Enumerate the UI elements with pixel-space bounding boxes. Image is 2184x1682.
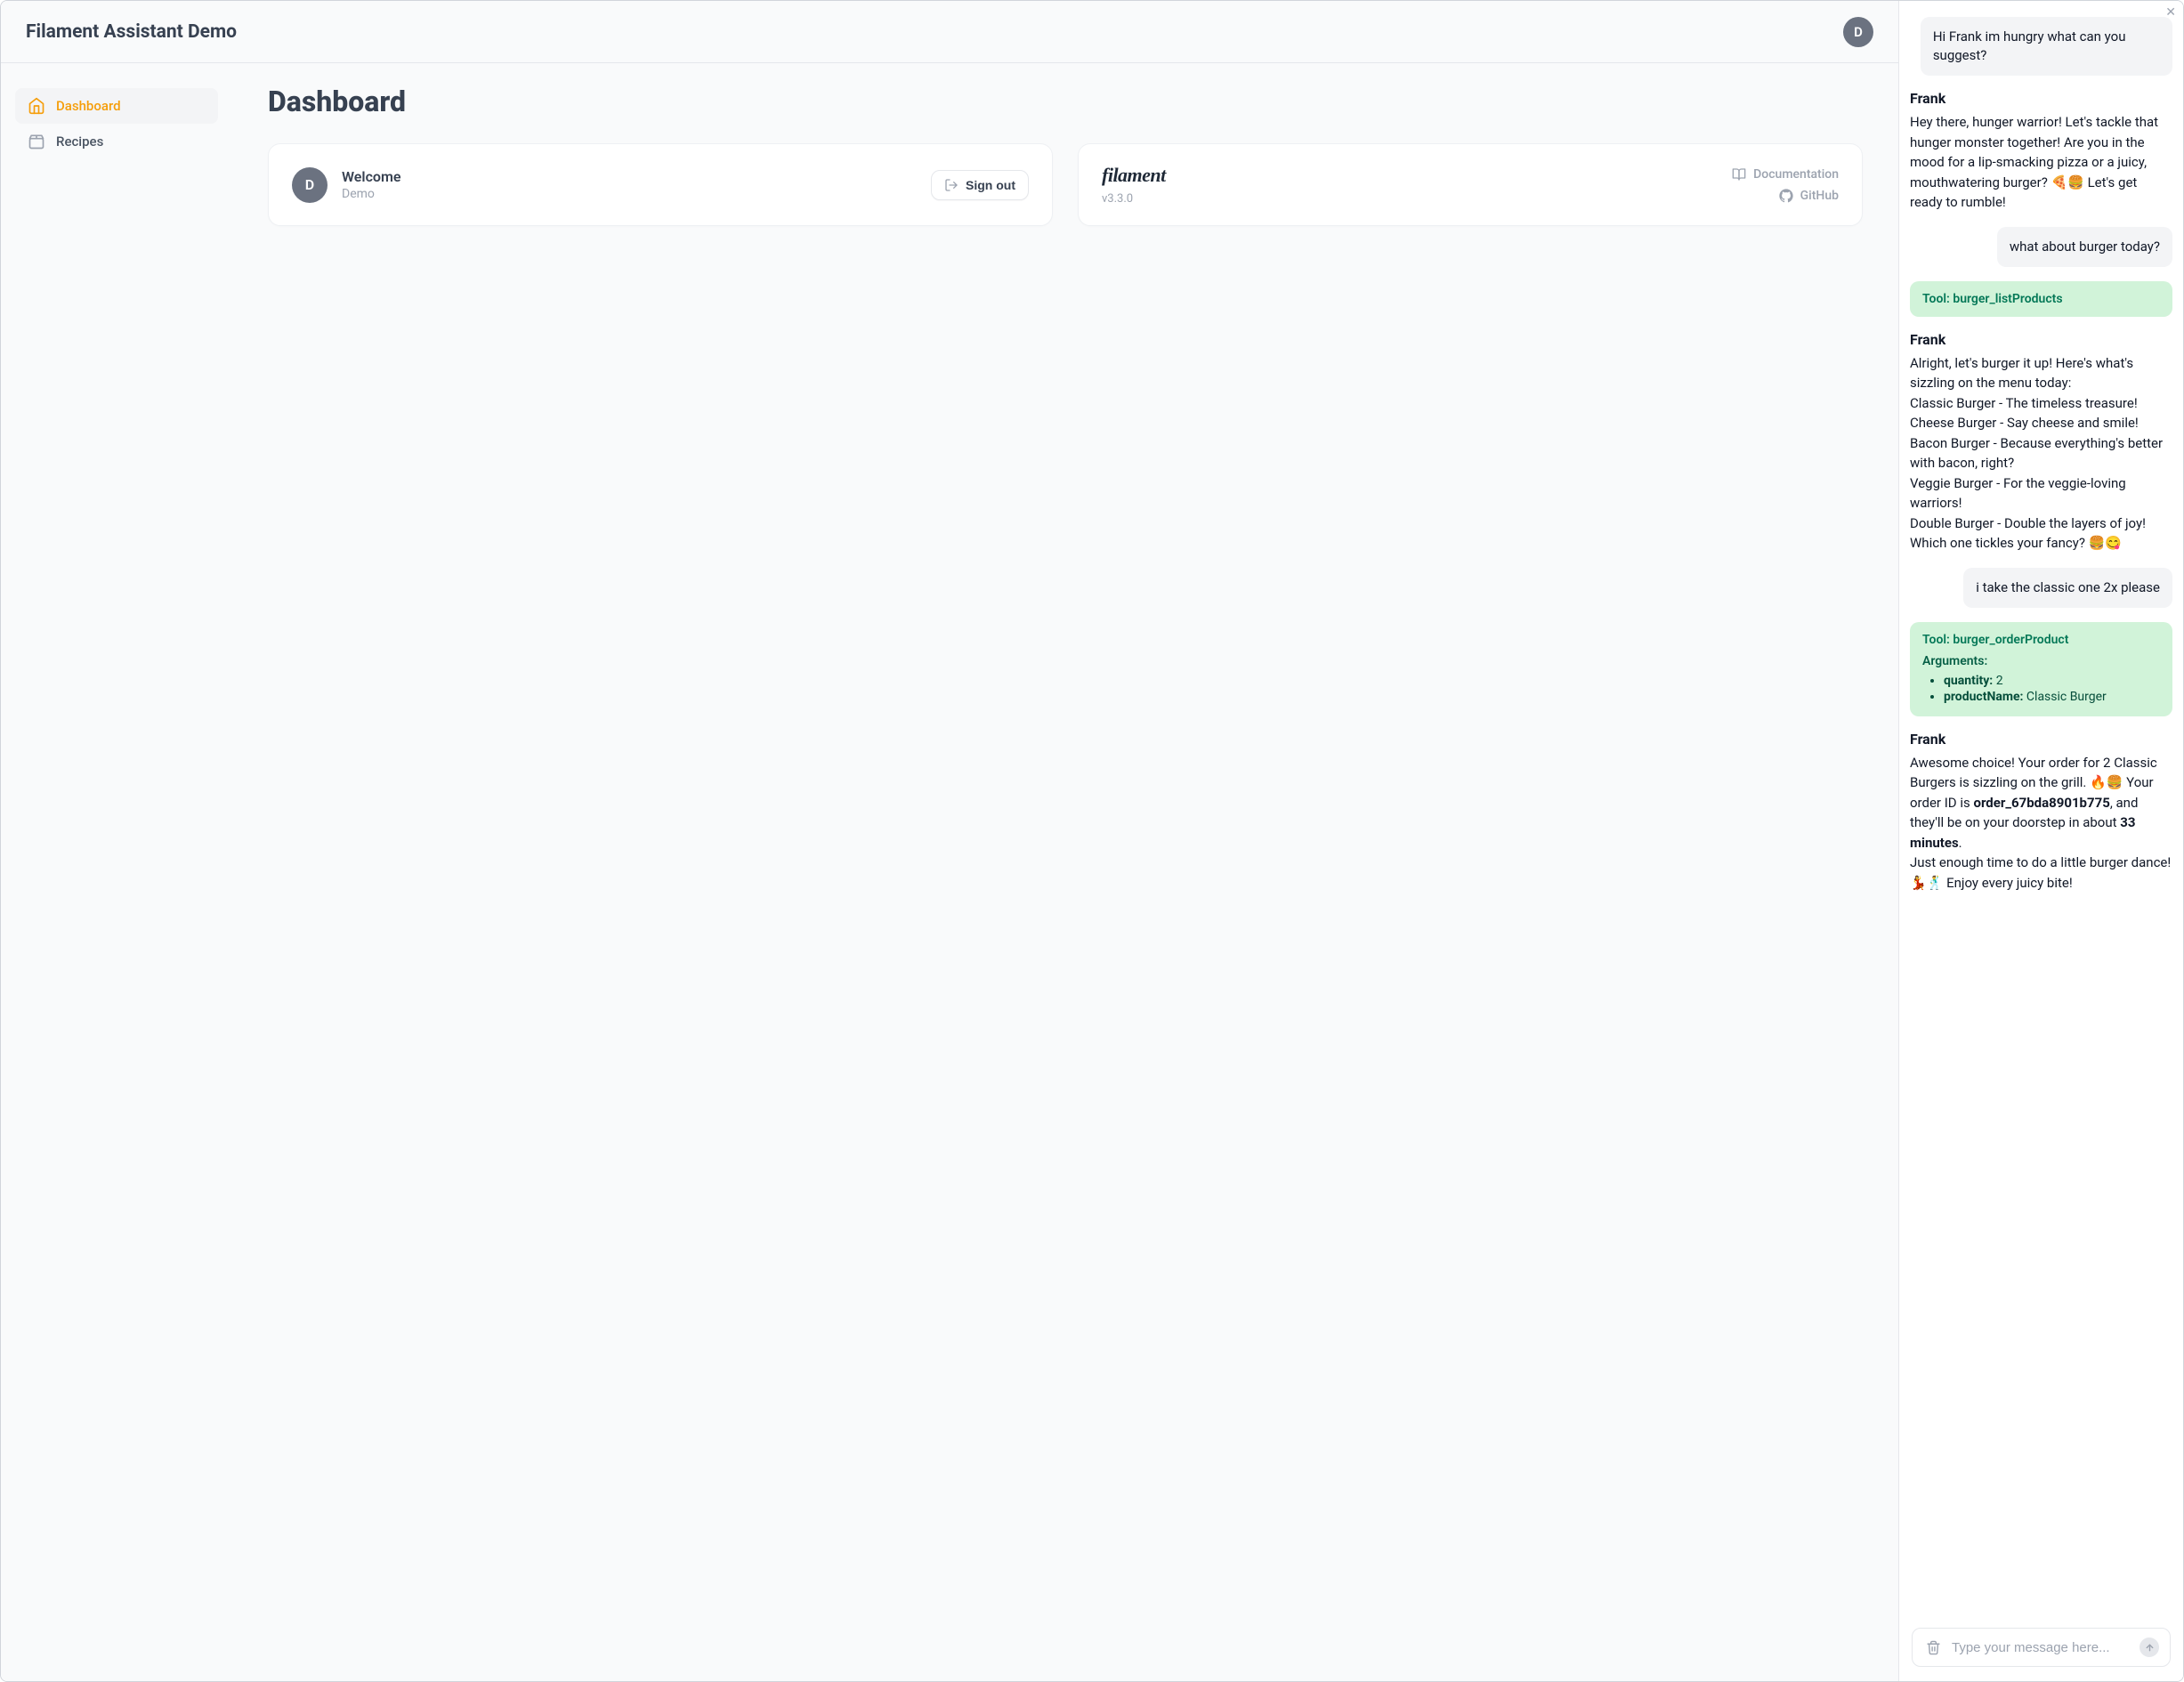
tool-call: Tool: burger_orderProduct Arguments: quant… bbox=[1910, 622, 2172, 716]
tool-name-line: Tool: burger_orderProduct bbox=[1922, 633, 2160, 647]
github-icon bbox=[1779, 189, 1793, 203]
sidebar-item-label: Dashboard bbox=[56, 98, 121, 114]
brand-title: Filament Assistant Demo bbox=[26, 21, 237, 43]
user-message: what about burger today? bbox=[1997, 227, 2172, 267]
tool-name-line: Tool: burger_listProducts bbox=[1922, 292, 2160, 306]
avatar[interactable]: D bbox=[1843, 17, 1873, 47]
filament-logo: filament bbox=[1102, 164, 1166, 187]
tool-args-label: Arguments: bbox=[1922, 654, 2160, 668]
assistant-name: Frank bbox=[1910, 90, 2172, 107]
sign-out-button[interactable]: Sign out bbox=[931, 170, 1029, 200]
assistant-name: Frank bbox=[1910, 731, 2172, 748]
user-message: Hi Frank im hungry what can you suggest? bbox=[1921, 17, 2172, 76]
sign-out-label: Sign out bbox=[966, 178, 1015, 192]
sidebar-item-dashboard[interactable]: Dashboard bbox=[15, 88, 218, 124]
sidebar-item-recipes[interactable]: Recipes bbox=[15, 124, 218, 159]
documentation-label: Documentation bbox=[1753, 167, 1839, 182]
filament-card: filament v3.3.0 Documentation bbox=[1078, 143, 1863, 226]
welcome-avatar: D bbox=[292, 167, 328, 203]
chat-input[interactable] bbox=[1952, 1640, 2131, 1655]
tool-call: Tool: burger_listProducts bbox=[1910, 281, 2172, 317]
home-icon bbox=[28, 97, 45, 115]
assistant-message: Frank Awesome choice! Your order for 2 Cl… bbox=[1910, 731, 2172, 894]
tool-arg: quantity: 2 bbox=[1944, 674, 2160, 688]
sidebar: Dashboard Recipes bbox=[1, 63, 232, 1681]
assistant-text: Awesome choice! Your order for 2 Classic… bbox=[1910, 753, 2172, 894]
chat-panel: ✕ Hi Frank im hungry what can you sugges… bbox=[1898, 1, 2183, 1681]
topbar: Filament Assistant Demo D bbox=[1, 1, 1898, 63]
assistant-message: Frank Hey there, hunger warrior! Let's ta… bbox=[1910, 90, 2172, 213]
close-icon[interactable]: ✕ bbox=[2165, 6, 2176, 19]
filament-version: v3.3.0 bbox=[1102, 192, 1166, 206]
package-icon bbox=[28, 133, 45, 150]
sign-out-icon bbox=[944, 178, 959, 192]
user-message: i take the classic one 2x please bbox=[1963, 568, 2172, 608]
github-label: GitHub bbox=[1800, 189, 1839, 203]
content: Dashboard D Welcome Demo bbox=[232, 63, 1898, 1681]
assistant-text: Alright, let's burger it up! Here's what… bbox=[1910, 353, 2172, 554]
chat-input-row bbox=[1912, 1628, 2171, 1667]
assistant-name: Frank bbox=[1910, 331, 2172, 348]
tool-args-list: quantity: 2 productName: Classic Burger bbox=[1929, 674, 2160, 704]
github-link[interactable]: GitHub bbox=[1779, 189, 1839, 203]
welcome-title: Welcome bbox=[342, 168, 400, 185]
book-icon bbox=[1732, 167, 1746, 182]
send-button[interactable] bbox=[2140, 1638, 2159, 1657]
tool-arg: productName: Classic Burger bbox=[1944, 690, 2160, 704]
sidebar-item-label: Recipes bbox=[56, 133, 103, 150]
page-title: Dashboard bbox=[268, 85, 1863, 118]
assistant-message: Frank Alright, let's burger it up! Here's… bbox=[1910, 331, 2172, 554]
welcome-card: D Welcome Demo Sign out bbox=[268, 143, 1053, 226]
welcome-sub: Demo bbox=[342, 187, 400, 201]
documentation-link[interactable]: Documentation bbox=[1732, 167, 1839, 182]
trash-icon[interactable] bbox=[1923, 1638, 1943, 1657]
assistant-text: Hey there, hunger warrior! Let's tackle … bbox=[1910, 112, 2172, 213]
